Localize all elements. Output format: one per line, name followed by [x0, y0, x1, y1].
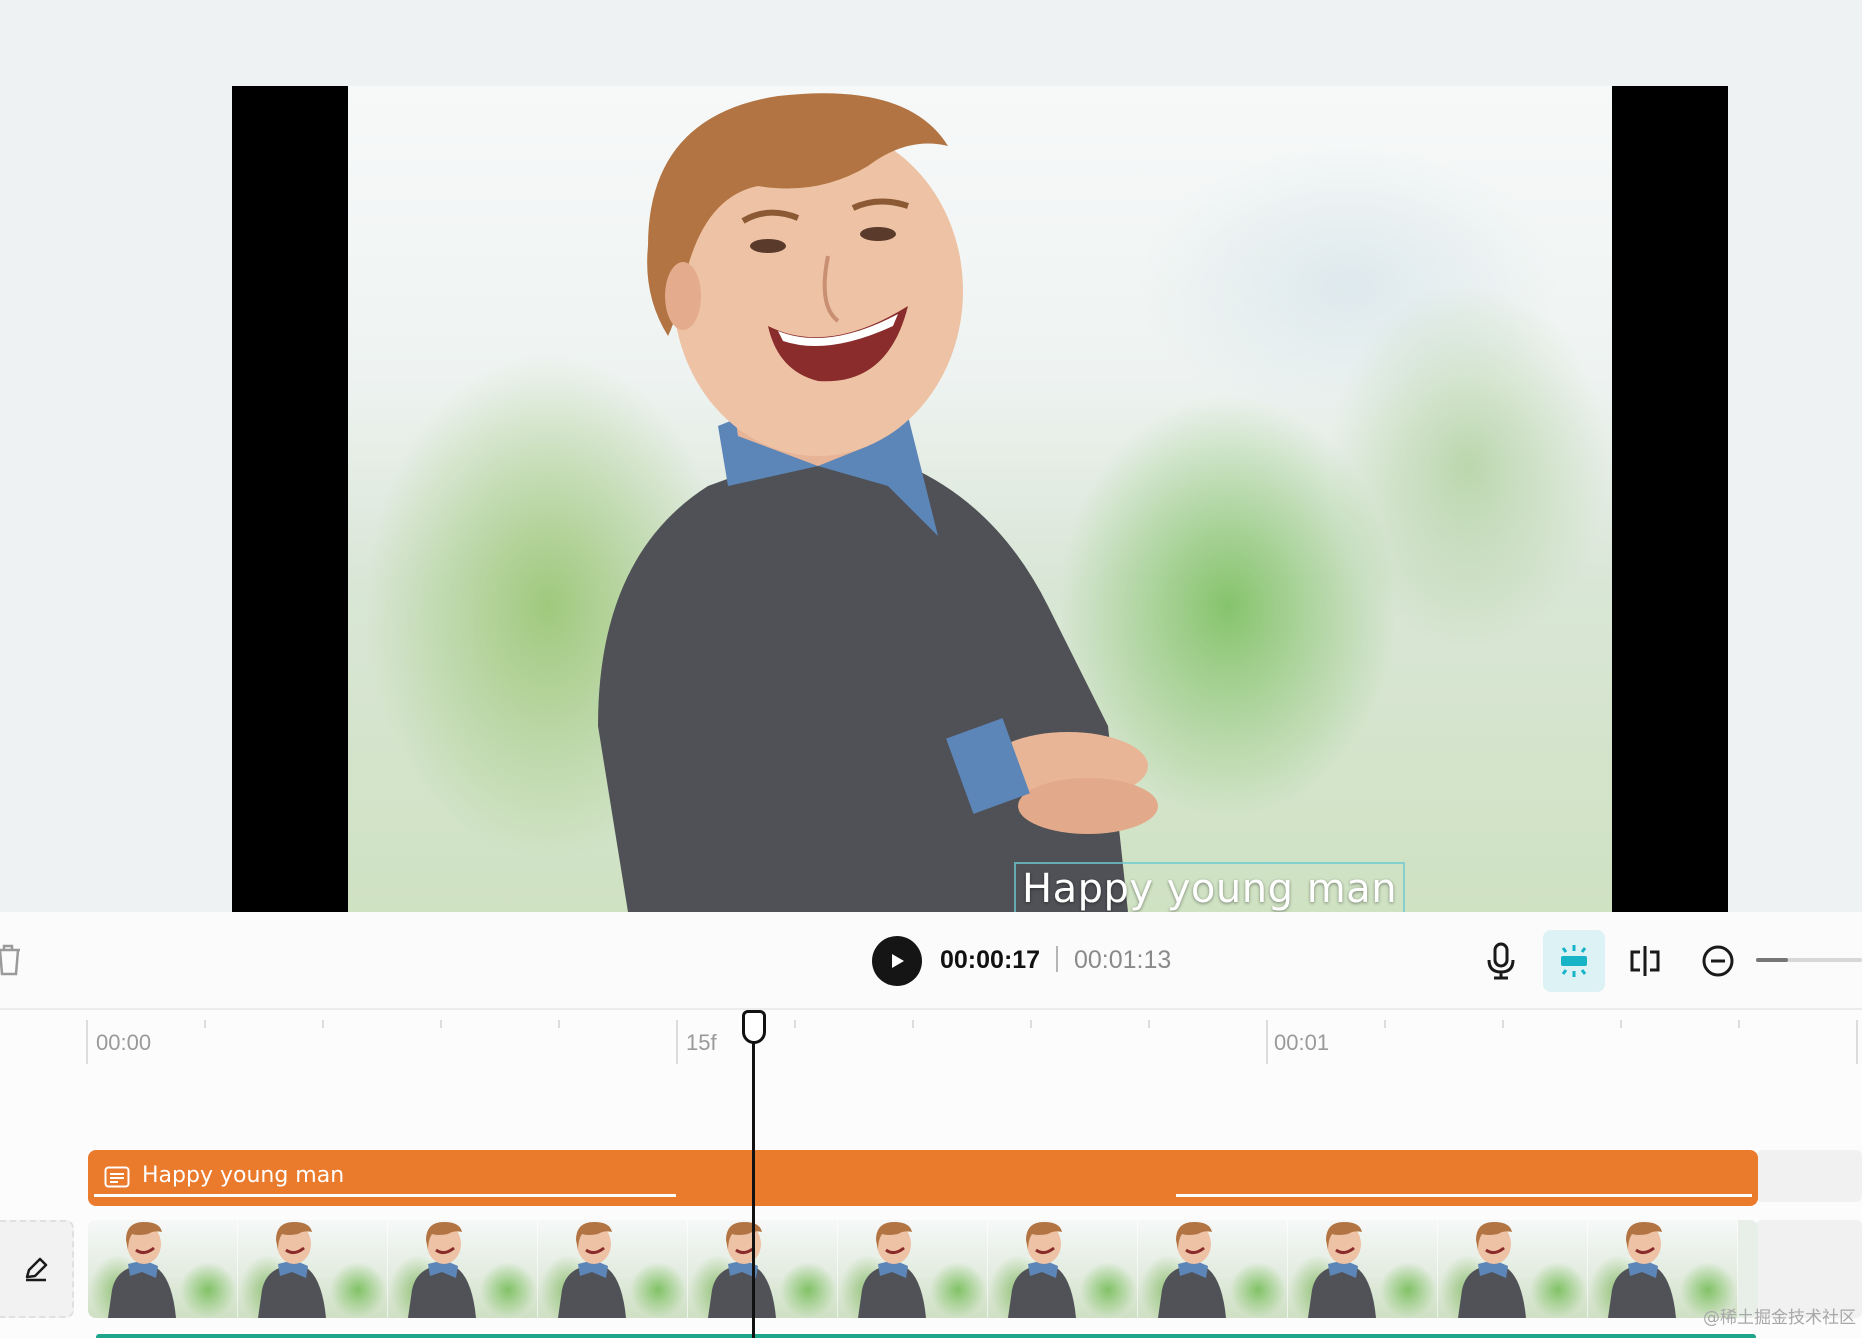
ruler-tick [1384, 1020, 1386, 1028]
caption-text: Happy young man [1022, 866, 1398, 912]
current-time: 00:00:17 [940, 946, 1041, 974]
video-thumbnail [1438, 1220, 1588, 1318]
video-thumbnail [538, 1220, 688, 1318]
text-track-empty [1756, 1150, 1862, 1202]
ruler-label: 15f [686, 1030, 717, 1055]
preview-area: Happy young man [0, 0, 1862, 912]
video-thumbnail [988, 1220, 1138, 1318]
ruler-tick [794, 1020, 796, 1028]
zoom-out-icon [1702, 945, 1734, 977]
video-thumbnail [688, 1220, 838, 1318]
ruler-tick [322, 1020, 324, 1028]
auto-snap-toggle[interactable] [1543, 930, 1605, 992]
ruler-label: 00:01 [1274, 1030, 1330, 1055]
magnet-snap-icon [1561, 945, 1587, 977]
ruler-tick [204, 1020, 206, 1028]
ruler-tick [558, 1020, 560, 1028]
text-clip-icon [104, 1166, 130, 1188]
text-clip[interactable]: Happy young man [88, 1150, 1758, 1206]
ruler-label: 00:00 [96, 1030, 152, 1055]
text-clip-trim-line [94, 1194, 676, 1197]
ruler-tick [1856, 1020, 1858, 1064]
text-clip-trim-line [1176, 1194, 1752, 1197]
ruler-tick [1030, 1020, 1032, 1028]
total-duration: 00:01:13 [1074, 946, 1172, 974]
video-thumbnail [388, 1220, 538, 1318]
person-figure [598, 93, 1158, 912]
time-divider [1056, 946, 1058, 972]
caption-selection-box[interactable]: Happy young man [1014, 862, 1406, 912]
split-icon [1630, 946, 1660, 976]
video-clip[interactable] [88, 1220, 1758, 1318]
split-button[interactable] [1614, 930, 1676, 992]
edit-pencil-icon [25, 1257, 48, 1282]
video-thumbnail [838, 1220, 988, 1318]
video-thumbnail [1288, 1220, 1438, 1318]
video-thumbnail [1138, 1220, 1288, 1318]
ruler-tick [1502, 1020, 1504, 1028]
play-icon [892, 954, 904, 968]
play-button[interactable] [872, 936, 922, 986]
ruler-tick [1738, 1020, 1740, 1028]
timeline: 00:00 15f 00:01 Happy young man [0, 1010, 1862, 1338]
audio-track-bar[interactable] [96, 1334, 1756, 1338]
watermark: @稀土掘金技术社区 [1703, 1308, 1856, 1328]
video-frame-image [348, 86, 1612, 912]
zoom-slider-fill [1756, 958, 1788, 962]
time-ruler[interactable]: 00:00 15f 00:01 [0, 1010, 1862, 1070]
video-thumbnail [238, 1220, 388, 1318]
ruler-tick [440, 1020, 442, 1028]
ruler-tick [86, 1020, 88, 1064]
microphone-icon [1487, 942, 1515, 980]
zoom-out-button[interactable] [1687, 930, 1749, 992]
video-player[interactable]: Happy young man [232, 86, 1728, 912]
trash-icon[interactable] [0, 940, 24, 980]
playhead-line [752, 1026, 755, 1338]
video-thumbnail [88, 1220, 238, 1318]
ruler-tick [912, 1020, 914, 1028]
playhead-handle[interactable] [742, 1010, 766, 1044]
text-clip-label: Happy young man [142, 1163, 345, 1188]
playback-control-bar: 00:00:17 00:01:13 [0, 912, 1862, 1010]
zoom-slider[interactable] [1756, 958, 1862, 962]
ruler-tick [676, 1020, 678, 1064]
ruler-tick [1620, 1020, 1622, 1028]
record-voice-button[interactable] [1470, 930, 1532, 992]
ruler-tick [1148, 1020, 1150, 1028]
ruler-tick [1266, 1020, 1268, 1064]
edit-cover-button[interactable] [0, 1220, 74, 1318]
